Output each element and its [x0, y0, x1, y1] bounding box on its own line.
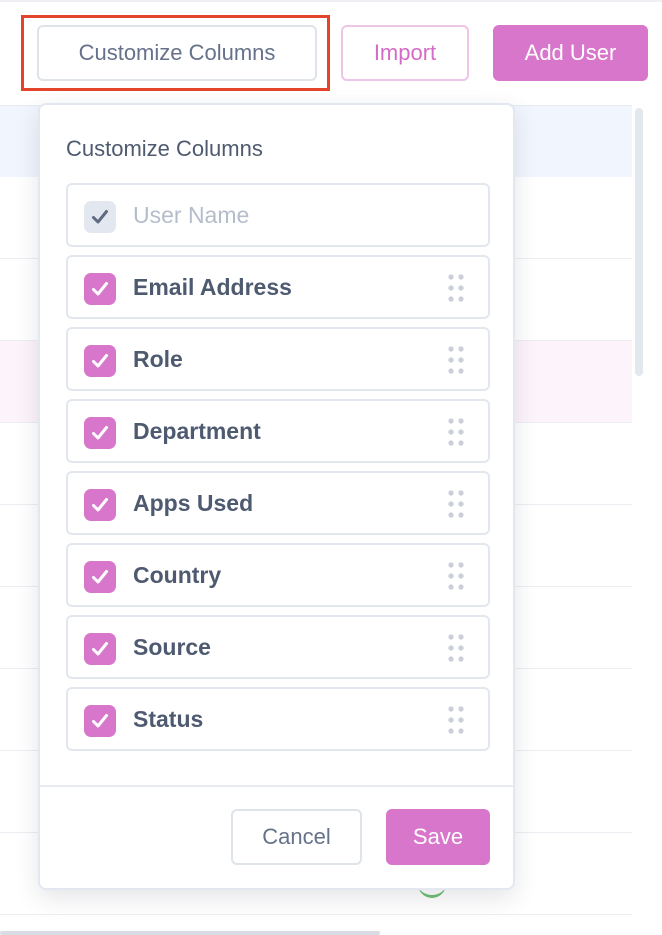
column-item-email-address[interactable]: Email Address: [66, 255, 490, 319]
check-icon: [92, 642, 108, 656]
page: Customize Columns Import Add User Custom…: [0, 0, 662, 935]
drag-handle-icon[interactable]: [446, 273, 466, 303]
drag-handle-icon[interactable]: [446, 489, 466, 519]
column-label: Apps Used: [133, 490, 254, 516]
add-user-label: Add User: [524, 40, 617, 65]
check-icon: [92, 498, 108, 512]
customize-columns-popover: Customize Columns User Name Email Addres…: [38, 103, 515, 890]
horizontal-scrollbar[interactable]: [0, 931, 380, 935]
column-item-apps-used[interactable]: Apps Used: [66, 471, 490, 535]
add-user-button[interactable]: Add User: [493, 25, 648, 81]
column-checkbox[interactable]: [84, 273, 116, 305]
drag-handle-icon[interactable]: [446, 561, 466, 591]
column-checkbox[interactable]: [84, 345, 116, 377]
popover-footer-divider: [40, 785, 513, 787]
column-label: User Name: [133, 202, 250, 228]
check-icon: [92, 210, 108, 224]
cancel-button[interactable]: Cancel: [231, 809, 362, 865]
column-item-status[interactable]: Status: [66, 687, 490, 751]
column-item-country[interactable]: Country: [66, 543, 490, 607]
column-label: Country: [133, 562, 222, 588]
check-icon: [92, 426, 108, 440]
column-label: Source: [133, 634, 211, 660]
column-checkbox[interactable]: [84, 561, 116, 593]
import-label: Import: [373, 40, 437, 65]
column-checkbox[interactable]: [84, 489, 116, 521]
check-icon: [92, 354, 108, 368]
column-checkbox[interactable]: [84, 417, 116, 449]
column-item-user-name: User Name: [66, 183, 490, 247]
column-label: Role: [133, 346, 183, 372]
column-label: Status: [133, 706, 204, 732]
scrollbar-thumb[interactable]: [635, 108, 643, 376]
column-item-source[interactable]: Source: [66, 615, 490, 679]
popover-title: Customize Columns: [66, 136, 263, 161]
column-checkbox[interactable]: [84, 633, 116, 665]
check-icon: [92, 570, 108, 584]
cancel-label: Cancel: [262, 824, 331, 849]
check-icon: [92, 282, 108, 296]
import-button[interactable]: Import: [341, 25, 469, 81]
column-label: Email Address: [133, 274, 292, 300]
customize-columns-label: Customize Columns: [78, 40, 276, 65]
column-checkbox: [84, 201, 116, 233]
top-divider: [0, 0, 662, 2]
column-item-department[interactable]: Department: [66, 399, 490, 463]
drag-handle-icon[interactable]: [446, 417, 466, 447]
save-label: Save: [412, 824, 464, 849]
column-checkbox[interactable]: [84, 705, 116, 737]
vertical-scrollbar[interactable]: [632, 108, 646, 935]
drag-handle-icon[interactable]: [446, 705, 466, 735]
column-label: Department: [133, 418, 261, 444]
column-item-role[interactable]: Role: [66, 327, 490, 391]
check-icon: [92, 714, 108, 728]
save-button[interactable]: Save: [386, 809, 490, 865]
customize-columns-button[interactable]: Customize Columns: [37, 25, 317, 81]
drag-handle-icon[interactable]: [446, 633, 466, 663]
drag-handle-icon[interactable]: [446, 345, 466, 375]
